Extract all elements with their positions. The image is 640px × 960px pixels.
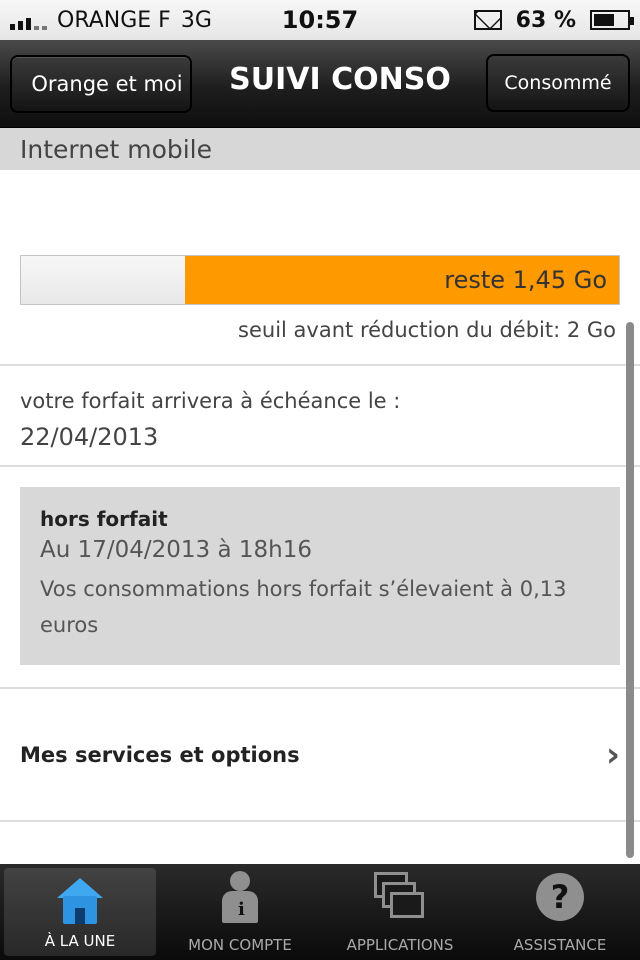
battery-charging-icon bbox=[590, 10, 634, 30]
network-type: 3G bbox=[180, 7, 212, 33]
carrier-name: ORANGE F bbox=[57, 7, 171, 33]
hors-forfait-title: hors forfait bbox=[40, 507, 168, 531]
services-options-label: Mes services et options bbox=[20, 743, 300, 767]
tab-label: applications bbox=[346, 936, 454, 954]
tab-assistance[interactable]: ? assistance bbox=[480, 864, 640, 960]
page-title: suivi conso bbox=[229, 62, 451, 97]
signal-icon bbox=[10, 10, 47, 30]
help-icon: ? bbox=[530, 870, 590, 924]
divider bbox=[0, 465, 640, 467]
hors-forfait-date: Au 17/04/2013 à 18h16 bbox=[40, 537, 313, 563]
services-options-row[interactable]: Mes services et options › bbox=[0, 690, 640, 820]
tab-applications[interactable]: applications bbox=[320, 864, 480, 960]
back-button[interactable]: Orange et moi bbox=[10, 55, 192, 113]
data-usage-progress: reste 1,45 Go bbox=[20, 255, 620, 305]
divider bbox=[0, 820, 640, 822]
expiry-block: votre forfait arrivera à échéance le : 2… bbox=[20, 383, 610, 455]
scrollbar[interactable] bbox=[626, 322, 634, 858]
section-title: Internet mobile bbox=[20, 134, 213, 164]
tab-label: assistance bbox=[513, 936, 607, 954]
applications-icon bbox=[370, 870, 430, 924]
section-header: Internet mobile bbox=[0, 128, 640, 170]
home-icon bbox=[50, 874, 110, 928]
chevron-right-icon: › bbox=[605, 735, 620, 775]
account-icon: i bbox=[210, 870, 270, 924]
consumed-button[interactable]: Consommé bbox=[486, 54, 630, 112]
tab-a-la-une[interactable]: à la une bbox=[4, 868, 156, 956]
divider bbox=[0, 364, 640, 366]
tab-label: mon compte bbox=[188, 936, 292, 954]
tab-bar: à la une i mon compte applications ? ass… bbox=[0, 864, 640, 960]
divider bbox=[0, 687, 640, 689]
tab-label: à la une bbox=[44, 932, 116, 950]
hors-forfait-text: Vos consommations hors forfait s’élevaie… bbox=[40, 577, 567, 637]
remaining-label: reste 1,45 Go bbox=[444, 266, 607, 294]
expiry-date: 22/04/2013 bbox=[20, 423, 159, 451]
navigation-bar: Orange et moi suivi conso Consommé bbox=[0, 40, 640, 128]
threshold-text: seuil avant réduction du débit: 2 Go bbox=[238, 318, 616, 342]
expiry-label: votre forfait arrivera à échéance le : bbox=[20, 389, 401, 413]
battery-percent: 63 % bbox=[515, 7, 576, 33]
status-bar: ORANGE F 3G 10:57 63 % bbox=[0, 0, 640, 40]
mail-icon bbox=[473, 10, 502, 30]
tab-mon-compte[interactable]: i mon compte bbox=[160, 864, 320, 960]
hors-forfait-box: hors forfait Au 17/04/2013 à 18h16 Vos c… bbox=[20, 487, 620, 665]
